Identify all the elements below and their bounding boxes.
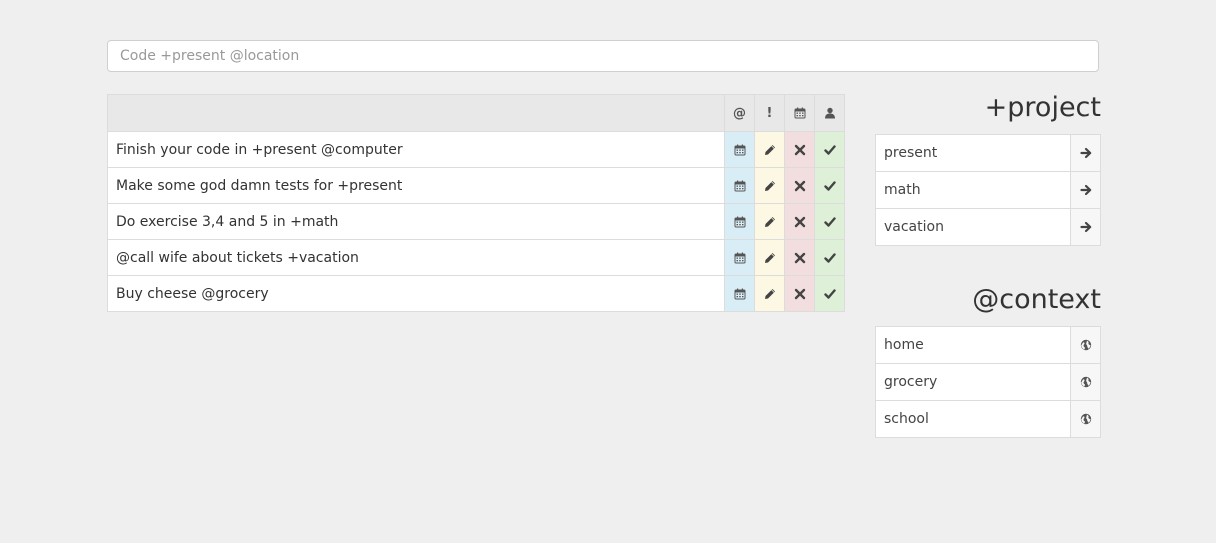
complete-action-button[interactable]	[814, 275, 845, 312]
delete-action-button[interactable]	[784, 131, 815, 168]
task-text[interactable]: Do exercise 3,4 and 5 in +math	[107, 203, 725, 240]
complete-action-button[interactable]	[814, 203, 845, 240]
task-input[interactable]	[107, 40, 1099, 72]
context-item[interactable]: home	[875, 326, 1101, 364]
delete-action-button[interactable]	[784, 275, 815, 312]
header-date	[784, 94, 815, 132]
task-text[interactable]: Buy cheese @grocery	[107, 275, 725, 312]
context-list: home grocery school	[875, 326, 1101, 438]
project-list: present math vacation	[875, 134, 1101, 246]
pencil-icon	[764, 180, 775, 191]
project-item-label[interactable]: present	[875, 134, 1071, 172]
complete-action-button[interactable]	[814, 239, 845, 276]
calendar-icon	[734, 144, 745, 155]
date-action-button[interactable]	[724, 203, 755, 240]
close-icon	[794, 144, 805, 155]
at-icon: @	[733, 106, 746, 121]
check-icon	[823, 180, 836, 191]
calendar-icon	[794, 107, 805, 119]
date-action-button[interactable]	[724, 275, 755, 312]
task-row: Finish your code in +present @computer	[107, 131, 845, 168]
close-icon	[794, 216, 805, 227]
pencil-icon	[764, 288, 775, 299]
calendar-icon	[734, 216, 745, 227]
delete-action-button[interactable]	[784, 203, 815, 240]
date-action-button[interactable]	[724, 239, 755, 276]
context-item-button[interactable]	[1070, 326, 1101, 364]
context-item-label[interactable]: home	[875, 326, 1071, 364]
calendar-icon	[734, 288, 745, 299]
context-title: @context	[972, 284, 1101, 315]
edit-action-button[interactable]	[754, 203, 785, 240]
header-at: @	[724, 94, 755, 132]
delete-action-button[interactable]	[784, 167, 815, 204]
project-item-button[interactable]	[1070, 208, 1101, 246]
task-text[interactable]: Finish your code in +present @computer	[107, 131, 725, 168]
exclamation-icon: !	[766, 106, 773, 121]
calendar-icon	[734, 180, 745, 191]
task-text[interactable]: @call wife about tickets +vacation	[107, 239, 725, 276]
check-icon	[823, 288, 836, 299]
project-item[interactable]: math	[875, 171, 1101, 209]
pencil-icon	[764, 252, 775, 263]
close-icon	[794, 288, 805, 299]
calendar-icon	[734, 252, 745, 263]
check-icon	[823, 144, 836, 155]
pencil-icon	[764, 216, 775, 227]
context-item[interactable]: grocery	[875, 363, 1101, 401]
project-item-button[interactable]	[1070, 134, 1101, 172]
complete-action-button[interactable]	[814, 167, 845, 204]
task-row: Make some god damn tests for +present	[107, 167, 845, 204]
date-action-button[interactable]	[724, 131, 755, 168]
close-icon	[794, 252, 805, 263]
close-icon	[794, 180, 805, 191]
edit-action-button[interactable]	[754, 275, 785, 312]
arrow-right-icon	[1079, 147, 1091, 159]
edit-action-button[interactable]	[754, 239, 785, 276]
context-item-button[interactable]	[1070, 400, 1101, 438]
arrow-right-icon	[1079, 184, 1091, 196]
delete-action-button[interactable]	[784, 239, 815, 276]
arrow-right-icon	[1079, 221, 1091, 233]
context-item-button[interactable]	[1070, 363, 1101, 401]
task-row: Buy cheese @grocery	[107, 275, 845, 312]
user-icon	[824, 107, 835, 119]
globe-icon	[1080, 376, 1091, 388]
context-item[interactable]: school	[875, 400, 1101, 438]
project-item[interactable]: present	[875, 134, 1101, 172]
edit-action-button[interactable]	[754, 131, 785, 168]
edit-action-button[interactable]	[754, 167, 785, 204]
check-icon	[823, 216, 836, 227]
task-row: Do exercise 3,4 and 5 in +math	[107, 203, 845, 240]
context-item-label[interactable]: grocery	[875, 363, 1071, 401]
complete-action-button[interactable]	[814, 131, 845, 168]
project-item-label[interactable]: vacation	[875, 208, 1071, 246]
project-item-label[interactable]: math	[875, 171, 1071, 209]
header-user	[814, 94, 845, 132]
globe-icon	[1080, 413, 1091, 425]
task-table: @ ! Finish your code in +present @comput…	[107, 94, 845, 312]
task-text[interactable]: Make some god damn tests for +present	[107, 167, 725, 204]
task-table-header: @ !	[107, 94, 845, 132]
date-action-button[interactable]	[724, 167, 755, 204]
project-title: +project	[984, 92, 1101, 123]
context-item-label[interactable]: school	[875, 400, 1071, 438]
check-icon	[823, 252, 836, 263]
task-row: @call wife about tickets +vacation	[107, 239, 845, 276]
project-item-button[interactable]	[1070, 171, 1101, 209]
header-spacer	[107, 94, 725, 132]
header-priority: !	[754, 94, 785, 132]
project-item[interactable]: vacation	[875, 208, 1101, 246]
globe-icon	[1080, 339, 1091, 351]
pencil-icon	[764, 144, 775, 155]
